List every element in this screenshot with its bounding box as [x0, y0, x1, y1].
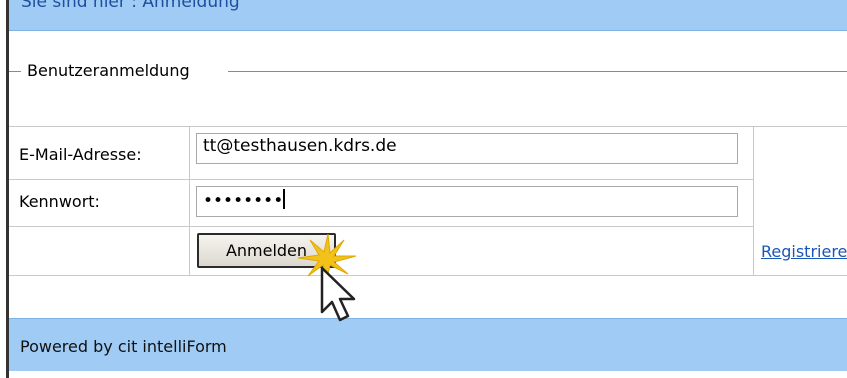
table-row-divider [9, 179, 753, 180]
email-value: tt@testhausen.kdrs.de [203, 136, 397, 156]
table-column-divider [189, 126, 190, 275]
table-row-divider [9, 226, 753, 227]
table-border-bottom [9, 275, 847, 276]
login-section-title: Benutzeranmeldung [27, 61, 190, 80]
breadcrumb: Sie sind hier : Anmeldung [21, 0, 240, 12]
fieldset-border-left [9, 71, 21, 72]
footer-bar: Powered by cit intelliForm [9, 318, 847, 371]
email-field[interactable]: tt@testhausen.kdrs.de [196, 133, 738, 164]
password-label: Kennwort: [19, 192, 100, 211]
register-link[interactable]: Registrieren [761, 242, 847, 261]
table-border-top [9, 126, 847, 127]
password-mask: •••••••• [203, 191, 284, 211]
mouse-pointer-icon [320, 266, 356, 322]
window-left-margin [0, 0, 5, 378]
email-label: E-Mail-Adresse: [19, 145, 142, 164]
password-field[interactable]: •••••••• [196, 186, 738, 217]
table-column-divider [753, 126, 754, 275]
fieldset-border-right [228, 71, 847, 72]
click-burst-icon [297, 233, 357, 322]
breadcrumb-bar: Sie sind hier : Anmeldung [9, 0, 847, 31]
footer-text: Powered by cit intelliForm [20, 337, 227, 356]
text-caret [283, 189, 286, 209]
